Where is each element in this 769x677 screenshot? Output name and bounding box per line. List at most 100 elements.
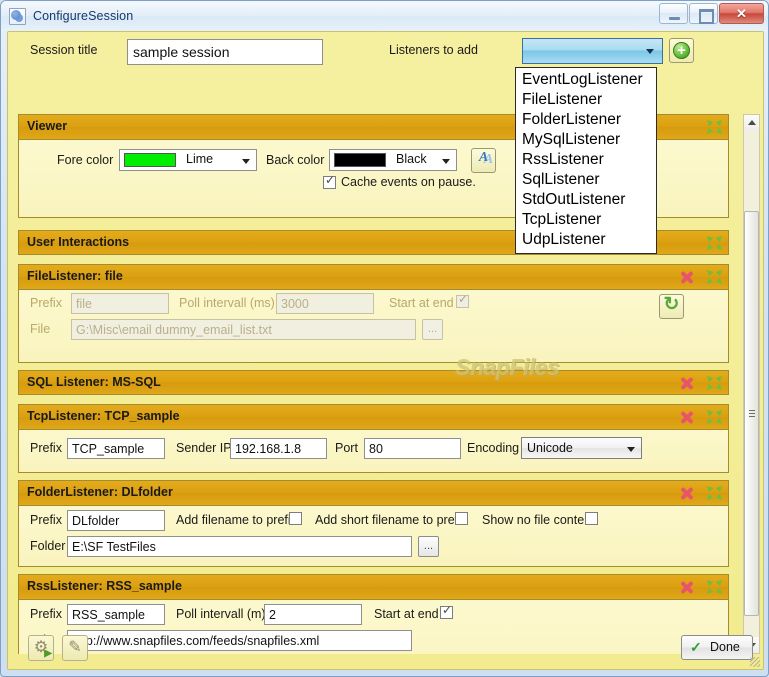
file-poll-input[interactable]: 3000 [276, 293, 374, 314]
window-title: ConfigureSession [33, 9, 134, 23]
file-poll-label: Poll intervall (ms) [179, 296, 275, 310]
panel-folder-listener-title: FolderListener: DLfolder [27, 485, 173, 499]
panel-sql-listener: SQL Listener: MS-SQL [18, 370, 729, 397]
folder-browse-button[interactable]: ... [418, 536, 439, 557]
panel-file-listener-header[interactable]: FileListener: file [19, 265, 728, 290]
add-filename-checkbox[interactable] [289, 512, 302, 525]
top-toolbar: Session title sample session Listeners t… [8, 32, 763, 72]
file-prefix-label: Prefix [30, 296, 62, 310]
dropdown-item[interactable]: UdpListener [516, 230, 656, 250]
chevron-down-icon [646, 49, 654, 54]
resize-grip[interactable] [750, 657, 760, 667]
scrollbar-thumb[interactable] [744, 211, 759, 616]
panel-tcp-listener-header-icons [679, 407, 725, 427]
cache-events-label: Cache events on pause. [341, 175, 476, 189]
panel-file-listener-body: Prefix file Poll intervall (ms) 3000 Sta… [19, 290, 728, 362]
panel-tcp-listener-header[interactable]: TcpListener: TCP_sample [19, 405, 728, 430]
rss-prefix-input[interactable]: RSS_sample [67, 604, 165, 625]
add-short-filename-checkbox[interactable] [455, 512, 468, 525]
title-bar: ConfigureSession [1, 1, 768, 31]
panel-file-listener: FileListener: file Prefix file Poll inte… [18, 264, 729, 363]
rss-poll-input[interactable]: 2 [264, 604, 362, 625]
delete-icon[interactable] [679, 270, 694, 285]
dropdown-item[interactable]: FileListener [516, 90, 656, 110]
plus-circle-icon [673, 38, 690, 63]
fore-color-label: Fore color [57, 153, 114, 167]
chevron-down-icon [627, 447, 635, 452]
chevron-down-icon [442, 159, 450, 164]
rss-poll-label: Poll intervall (m) [176, 607, 266, 621]
dropdown-item[interactable]: SqlListener [516, 170, 656, 190]
back-color-combo[interactable]: Black [329, 149, 457, 171]
folder-prefix-input[interactable]: DLfolder [67, 510, 165, 531]
file-browse-button[interactable]: ... [422, 319, 443, 340]
expand-collapse-icon[interactable] [704, 267, 725, 287]
delete-icon[interactable] [679, 580, 694, 595]
tcp-encoding-combo[interactable]: Unicode [521, 437, 642, 459]
fore-color-combo[interactable]: Lime [119, 149, 257, 171]
panel-sql-listener-header-icons [679, 373, 725, 393]
folder-prefix-label: Prefix [30, 513, 62, 527]
delete-icon[interactable] [679, 486, 694, 501]
session-title-input[interactable]: sample session [127, 39, 323, 65]
fore-color-swatch [124, 153, 176, 167]
panel-rss-listener-header[interactable]: RssListener: RSS_sample [19, 575, 728, 600]
dropdown-item[interactable]: FolderListener [516, 110, 656, 130]
delete-icon[interactable] [679, 410, 694, 425]
panel-sql-listener-title: SQL Listener: MS-SQL [27, 375, 161, 389]
edit-button[interactable] [62, 635, 88, 661]
app-icon [9, 7, 26, 25]
tcp-sender-ip-input[interactable]: 192.168.1.8 [230, 438, 327, 459]
done-button[interactable]: ✓ Done [681, 635, 753, 660]
panel-sql-listener-header[interactable]: SQL Listener: MS-SQL [18, 370, 729, 395]
dropdown-item[interactable]: RssListener [516, 150, 656, 170]
folder-path-label: Folder [30, 539, 66, 553]
tcp-prefix-input[interactable]: TCP_sample [67, 438, 165, 459]
chevron-down-icon [242, 159, 250, 164]
tcp-sender-ip-label: Sender IP [176, 441, 232, 455]
back-color-value: Black [396, 152, 427, 166]
panel-tcp-listener-title: TcpListener: TCP_sample [27, 409, 180, 423]
tcp-port-input[interactable]: 80 [364, 438, 461, 459]
expand-collapse-icon[interactable] [704, 373, 725, 393]
dropdown-item[interactable]: EventLogListener [516, 70, 656, 90]
file-refresh-button[interactable] [659, 293, 684, 319]
add-listener-button[interactable] [669, 38, 694, 63]
panel-viewer-title: Viewer [27, 119, 68, 133]
expand-collapse-icon[interactable] [704, 407, 725, 427]
settings-button[interactable]: ▶ [28, 635, 54, 661]
expand-collapse-icon[interactable] [704, 233, 725, 253]
expand-collapse-icon[interactable] [704, 483, 725, 503]
panel-user-interactions-header-icons [704, 233, 725, 253]
cache-events-checkbox[interactable] [323, 173, 336, 189]
tcp-port-label: Port [335, 441, 358, 455]
file-path-input[interactable]: G:\Misc\email dummy_email_list.txt [71, 319, 416, 340]
dropdown-item[interactable]: TcpListener [516, 210, 656, 230]
show-no-file-content-checkbox[interactable] [585, 512, 598, 525]
file-prefix-input[interactable]: file [71, 293, 169, 314]
font-button[interactable] [471, 148, 496, 173]
dropdown-item[interactable]: MySqlListener [516, 130, 656, 150]
panel-folder-listener-header[interactable]: FolderListener: DLfolder [19, 481, 728, 506]
fore-color-value: Lime [186, 152, 214, 166]
maximize-button[interactable] [689, 3, 718, 24]
folder-path-input[interactable]: E:\SF TestFiles [67, 536, 412, 557]
listeners-to-add-combo[interactable] [522, 38, 663, 64]
scroll-up-arrow-icon[interactable] [744, 115, 759, 131]
rss-start-at-end-checkbox[interactable] [440, 603, 453, 619]
bottom-toolbar: ▶ ✓ Done [8, 627, 763, 669]
minimize-button[interactable] [659, 3, 688, 24]
expand-collapse-icon[interactable] [704, 577, 725, 597]
tcp-encoding-value: Unicode [527, 441, 573, 455]
file-start-at-end-checkbox[interactable] [456, 292, 469, 308]
panel-folder-listener-body: Prefix DLfolder Add filename to prefix A… [19, 506, 728, 566]
close-button[interactable] [719, 3, 764, 24]
vertical-scrollbar[interactable] [743, 114, 760, 654]
panel-file-listener-title: FileListener: file [27, 269, 123, 283]
expand-collapse-icon[interactable] [704, 117, 725, 137]
listeners-dropdown-list[interactable]: EventLogListener FileListener FolderListen… [515, 67, 657, 254]
dropdown-item[interactable]: StdOutListener [516, 190, 656, 210]
delete-icon[interactable] [679, 376, 694, 391]
configure-session-window: ConfigureSession Session title sample se… [0, 0, 769, 677]
panel-file-listener-header-icons [679, 267, 725, 287]
